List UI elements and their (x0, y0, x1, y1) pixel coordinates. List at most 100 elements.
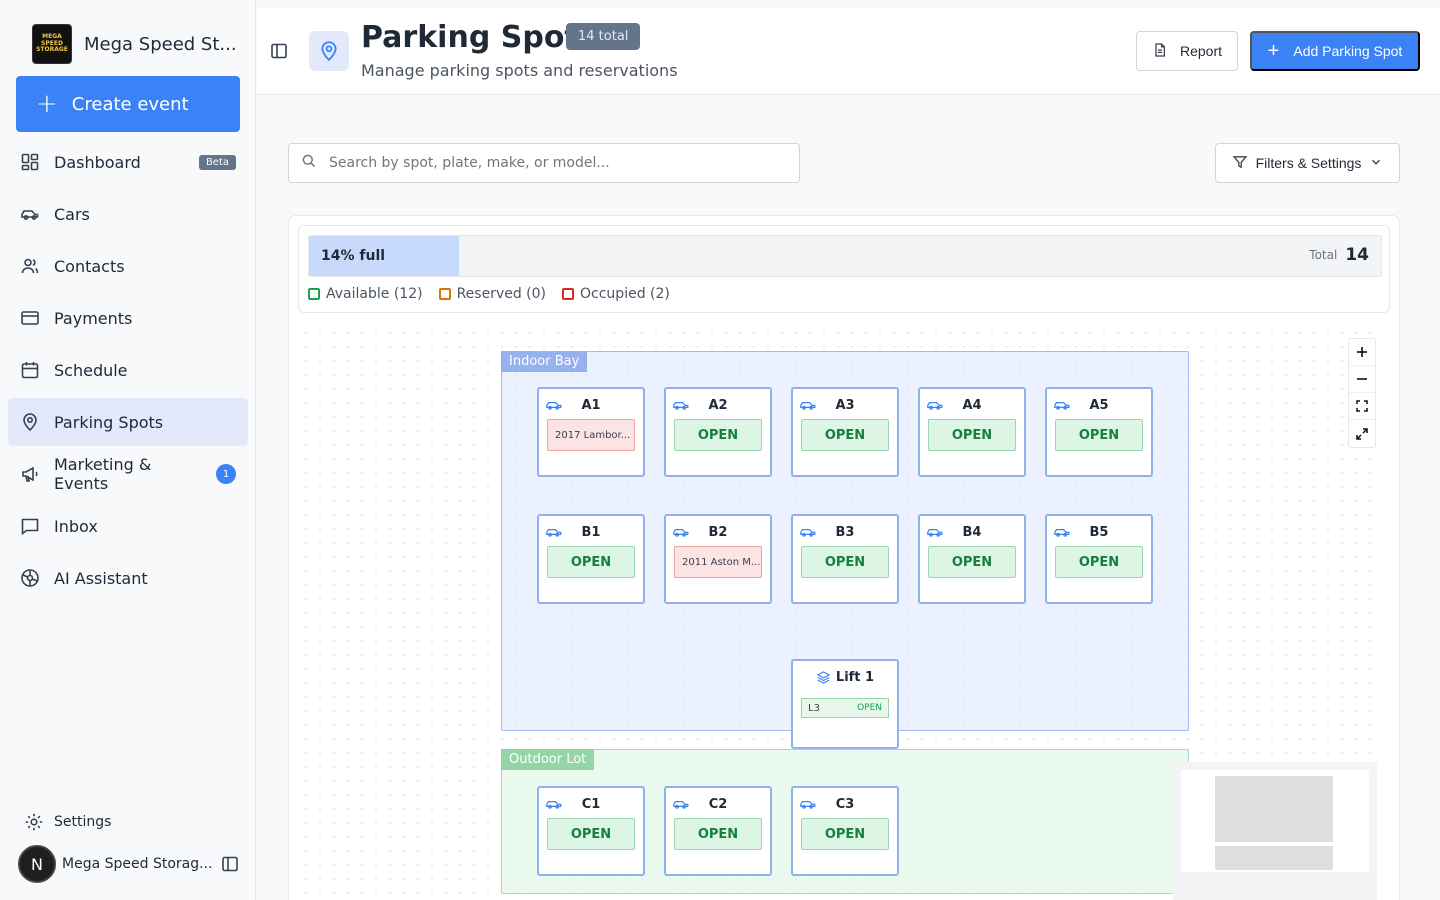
spot-status: OPEN (801, 546, 889, 578)
parking-spot-c1[interactable]: C1 OPEN (537, 786, 645, 876)
create-event-label: Create event (71, 93, 189, 115)
sidebar-item-marketing-events[interactable]: Marketing & Events 1 (8, 450, 248, 498)
spot-name: B1 (581, 525, 601, 540)
search-box (288, 143, 800, 183)
parking-spot-a2[interactable]: A2 OPEN (664, 387, 772, 477)
beta-badge: Beta (198, 154, 236, 170)
chevron-down-icon (1369, 155, 1383, 172)
parking-spot-c2[interactable]: C2 OPEN (664, 786, 772, 876)
parking-spot-b3[interactable]: B3 OPEN (791, 514, 899, 604)
sidebar-item-label: AI Assistant (54, 568, 148, 588)
plus-icon: + (36, 89, 58, 119)
sidebar-item-schedule[interactable]: Schedule (8, 346, 248, 394)
create-event-button[interactable]: + Create event (16, 76, 240, 132)
parking-spot-b5[interactable]: B5 OPEN (1045, 514, 1153, 604)
panel-toggle-icon[interactable] (269, 41, 289, 61)
brand-logo: MEGA SPEED STORAGE (32, 24, 72, 64)
user-name: Mega Speed Storag... (62, 856, 213, 872)
sidebar-item-label: Schedule (54, 360, 128, 380)
plus-icon: + (1267, 40, 1280, 62)
spot-status: OPEN (801, 419, 889, 451)
occupancy-label: 14% full (321, 248, 386, 264)
layers-icon (816, 671, 831, 684)
brand[interactable]: MEGA SPEED STORAGE Mega Speed St... (32, 24, 237, 64)
map-pin-icon (309, 31, 349, 71)
occupancy-summary: 14% full Total 14 Available (12) Reserve… (298, 225, 1390, 313)
parking-spot-a4[interactable]: A4 OPEN (918, 387, 1026, 477)
sidebar-item-label: Marketing & Events (54, 455, 152, 493)
parking-map-card: 14% full Total 14 Available (12) Reserve… (288, 215, 1400, 900)
parking-spot-b1[interactable]: B1 OPEN (537, 514, 645, 604)
parking-spot-a1[interactable]: A1 2017 Lambor... (537, 387, 645, 477)
sidebar-item-ai-assistant[interactable]: AI Assistant (8, 554, 248, 602)
minimap[interactable] (1173, 762, 1377, 900)
sidebar-collapse-icon[interactable] (220, 854, 240, 874)
filters-settings-button[interactable]: Filters & Settings (1215, 143, 1400, 183)
spot-name: C1 (581, 797, 601, 812)
sidebar-item-payments[interactable]: Payments (8, 294, 248, 342)
sparkle-icon (20, 568, 40, 588)
filter-icon (1232, 154, 1248, 173)
sidebar-item-contacts[interactable]: Contacts (8, 242, 248, 290)
expand-icon (1356, 427, 1368, 440)
contacts-icon (20, 256, 40, 276)
zoom-out-button[interactable] (1349, 366, 1375, 393)
minus-icon (1357, 378, 1367, 380)
lift-level-l3[interactable]: L3 OPEN (801, 698, 889, 718)
car-icon (20, 204, 40, 224)
sidebar-item-parking-spots[interactable]: Parking Spots (8, 398, 248, 446)
parking-spot-b2[interactable]: B2 2011 Aston M... (664, 514, 772, 604)
page-header: Parking Spots 14 total Manage parking sp… (257, 8, 1440, 95)
notification-badge: 1 (216, 464, 236, 484)
legend-label: Reserved (0) (456, 286, 547, 302)
minimap-viewport (1181, 770, 1369, 872)
spot-status: OPEN (928, 419, 1016, 451)
spot-status: OPEN (801, 818, 889, 850)
spot-name: B4 (962, 525, 982, 540)
spot-name: A5 (1089, 398, 1109, 413)
sidebar-item-dashboard[interactable]: Dashboard Beta (8, 138, 248, 186)
credit-card-icon (20, 308, 40, 328)
document-icon (1152, 42, 1168, 61)
calendar-icon (20, 360, 40, 380)
settings-link[interactable]: Settings (24, 812, 111, 832)
spot-name: B3 (835, 525, 855, 540)
fit-view-button[interactable] (1349, 393, 1375, 420)
brand-name: Mega Speed St... (84, 33, 237, 55)
parking-spot-a5[interactable]: A5 OPEN (1045, 387, 1153, 477)
map-pin-icon (20, 412, 40, 432)
fullscreen-button[interactable] (1349, 420, 1375, 447)
search-input[interactable] (329, 155, 769, 171)
parking-spot-a3[interactable]: A3 OPEN (791, 387, 899, 477)
spot-status: OPEN (674, 419, 762, 451)
lift-level-label: L3 (808, 702, 820, 714)
legend-reserved: Reserved (0) (438, 286, 547, 302)
legend-available: Available (12) (308, 286, 423, 302)
avatar: N (18, 845, 56, 883)
parking-spot-c3[interactable]: C3 OPEN (791, 786, 899, 876)
spot-occupant: 2017 Lambor... (547, 419, 635, 451)
gear-icon (24, 812, 44, 832)
legend-swatch (438, 288, 451, 300)
spot-status: OPEN (1055, 419, 1143, 451)
sidebar-item-inbox[interactable]: Inbox (8, 502, 248, 550)
parking-layout-canvas[interactable]: Indoor Bay Outdoor Lot A1 2017 Lambor...… (299, 326, 1377, 900)
legend-label: Available (12) (326, 286, 423, 302)
sidebar-item-label: Dashboard (54, 152, 141, 172)
sidebar-item-label: Contacts (54, 256, 125, 276)
status-legend: Available (12) Reserved (0) Occupied (2) (308, 286, 670, 302)
spot-status: OPEN (547, 546, 635, 578)
lift-1[interactable]: Lift 1 L3 OPEN (791, 659, 899, 749)
report-button[interactable]: Report (1136, 31, 1238, 71)
dashboard-icon (20, 152, 40, 172)
total-value: 14 (1345, 245, 1369, 265)
user-profile[interactable]: N Mega Speed Storag... (18, 845, 240, 883)
sidebar-item-cars[interactable]: Cars (8, 190, 248, 238)
page-subtitle: Manage parking spots and reservations (361, 61, 678, 80)
plus-icon (1357, 347, 1367, 357)
zoom-in-button[interactable] (1349, 339, 1375, 366)
sidebar-item-label: Cars (54, 204, 90, 224)
legend-swatch (562, 288, 575, 300)
add-parking-spot-button[interactable]: + Add Parking Spot (1250, 31, 1420, 71)
parking-spot-b4[interactable]: B4 OPEN (918, 514, 1026, 604)
